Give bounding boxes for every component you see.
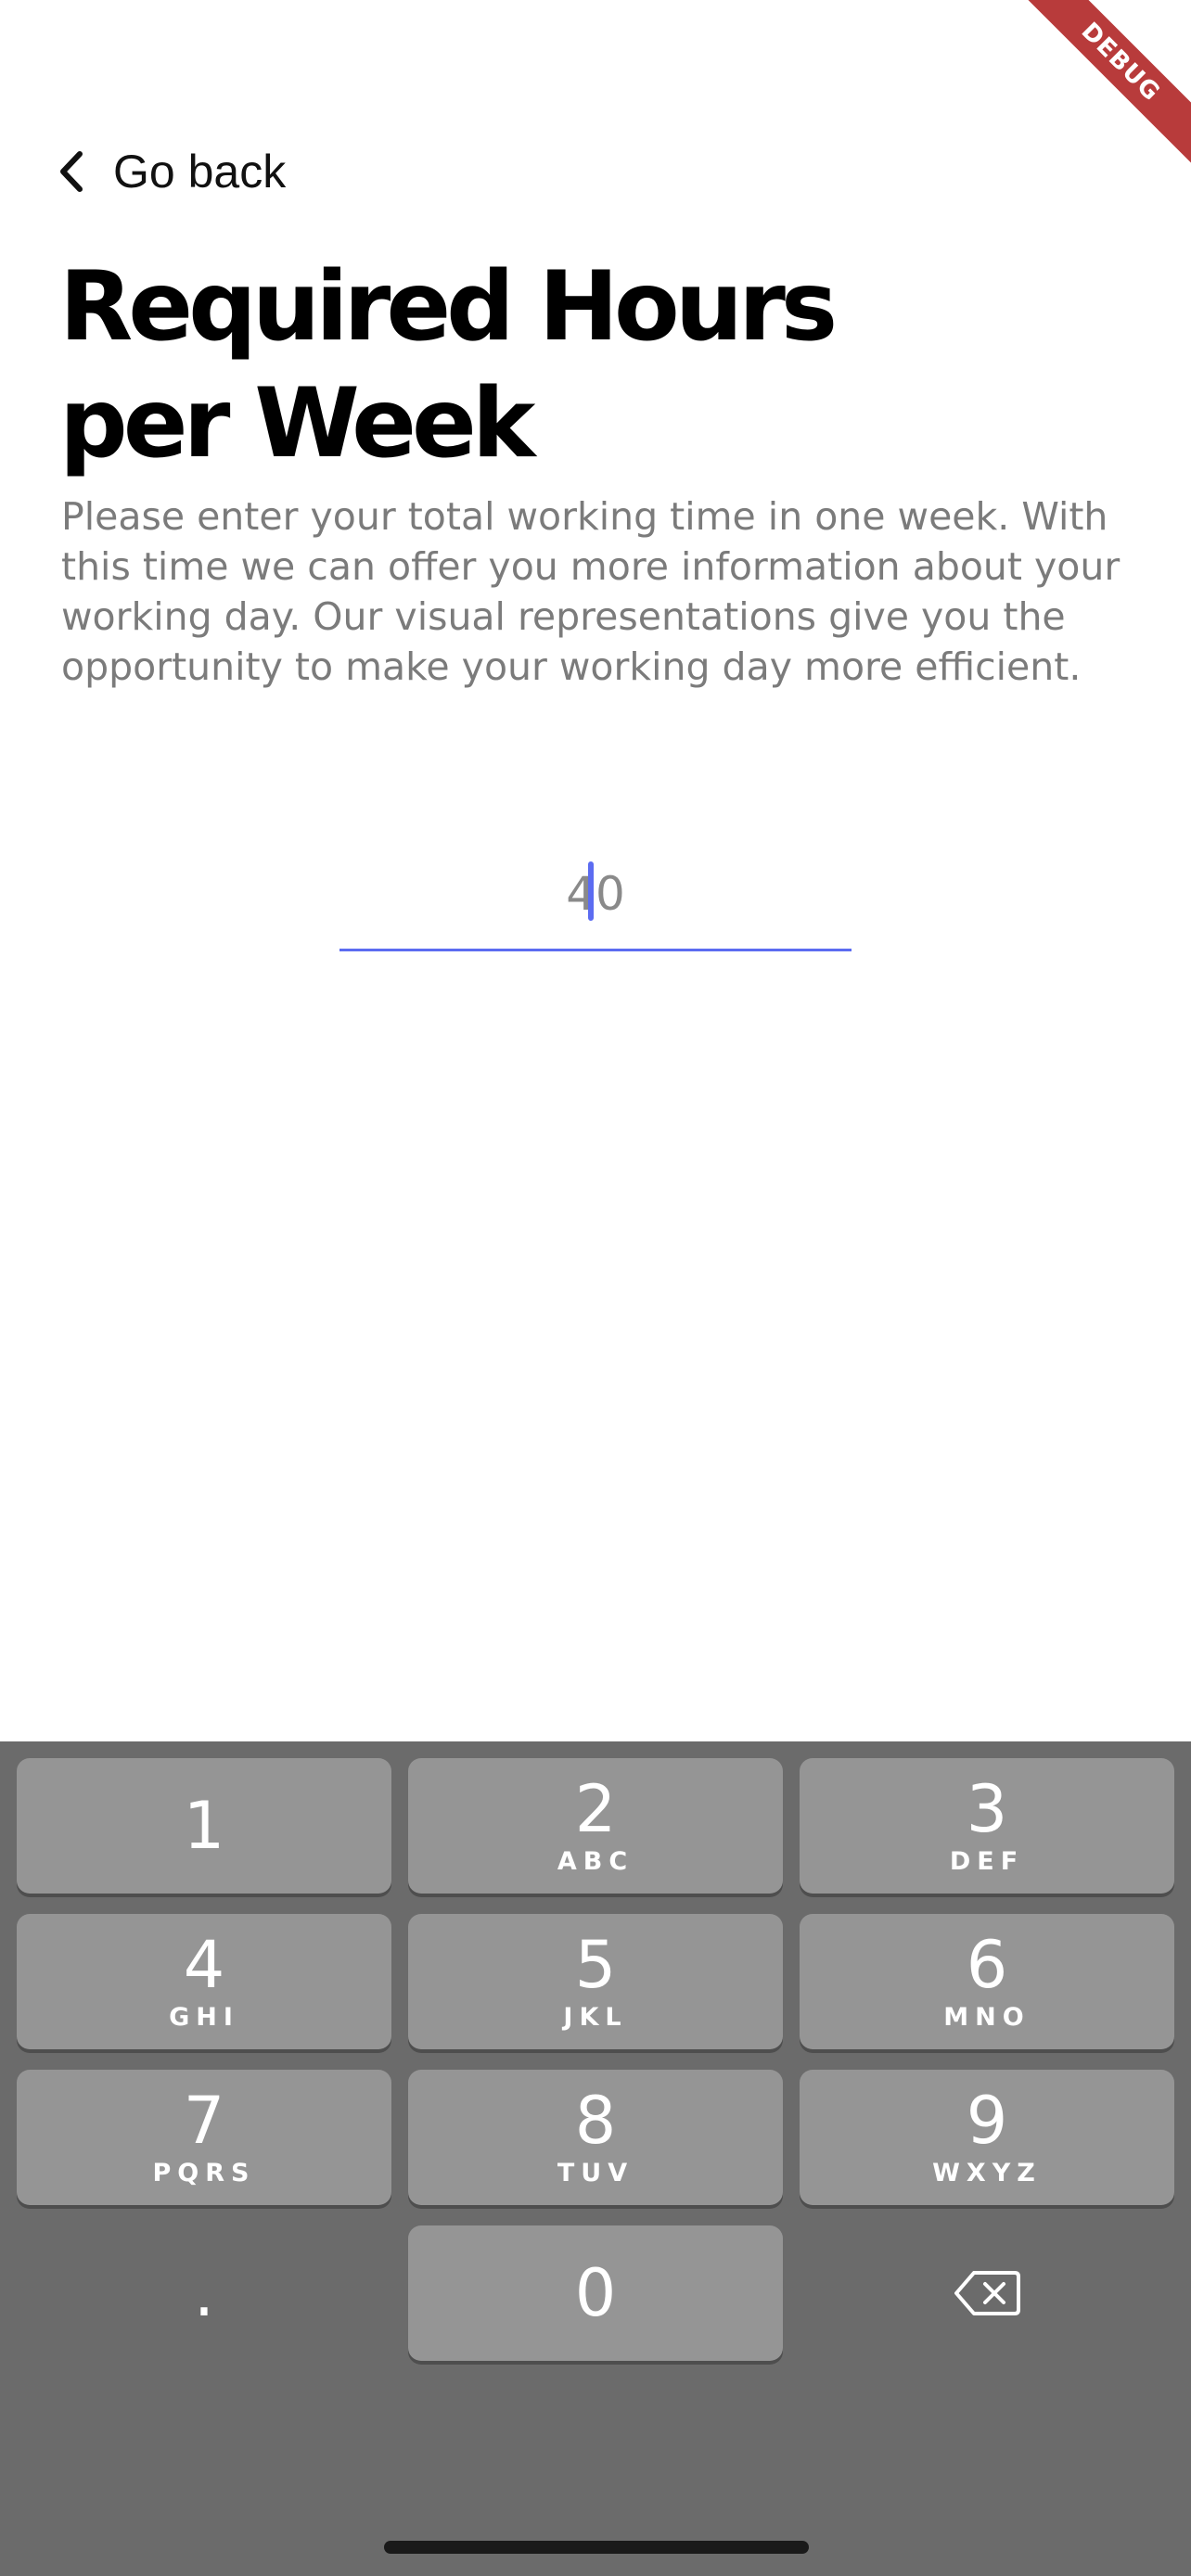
go-back-label: Go back (113, 146, 287, 198)
key-digit: 0 (574, 2255, 617, 2331)
key-0[interactable]: 0 (408, 2225, 783, 2361)
key-letters: DEF (949, 1847, 1025, 1876)
hours-input-container (339, 839, 852, 951)
home-indicator[interactable] (384, 2541, 809, 2554)
key-3[interactable]: 3 DEF (800, 1758, 1174, 1894)
key-digit: 7 (183, 2083, 225, 2159)
key-digit: 2 (574, 1771, 617, 1847)
key-5[interactable]: 5 JKL (408, 1914, 783, 2049)
key-4[interactable]: 4 GHI (17, 1914, 391, 2049)
page-description: Please enter your total working time in … (61, 494, 1121, 689)
key-letters: ABC (557, 1847, 634, 1876)
key-digit: 6 (966, 1927, 1008, 2003)
key-letters: MNO (943, 2003, 1031, 2032)
hours-per-week-input[interactable] (339, 839, 852, 949)
text-cursor (588, 861, 594, 921)
page-title-line-2: per Week (59, 368, 535, 479)
debug-banner: DEBUG (1024, 0, 1191, 167)
key-9[interactable]: 9 WXYZ (800, 2070, 1174, 2205)
key-decimal[interactable]: . (17, 2225, 391, 2361)
key-7[interactable]: 7 PQRS (17, 2070, 391, 2205)
key-digit: 4 (183, 1927, 225, 2003)
key-8[interactable]: 8 TUV (408, 2070, 783, 2205)
key-1[interactable]: 1 (17, 1758, 391, 1894)
key-letters: WXYZ (932, 2159, 1042, 2187)
key-2[interactable]: 2 ABC (408, 1758, 783, 1894)
key-digit: . (193, 2255, 215, 2331)
key-digit: 9 (966, 2083, 1008, 2159)
key-letters: TUV (557, 2159, 634, 2187)
chevron-left-icon (60, 151, 83, 192)
key-digit: 1 (183, 1788, 225, 1864)
key-letters: JKL (563, 2003, 628, 2032)
key-digit: 8 (574, 2083, 617, 2159)
delete-key[interactable] (800, 2225, 1174, 2361)
go-back-button[interactable]: Go back (58, 139, 286, 204)
backspace-icon (954, 2271, 1020, 2315)
key-letters: PQRS (152, 2159, 256, 2187)
page-title-line-1: Required Hours (59, 251, 838, 363)
key-letters: GHI (169, 2003, 239, 2032)
numeric-keyboard: 1 2 ABC 3 DEF 4 GHI 5 JKL 6 MNO 7 PQRS 8… (0, 1741, 1191, 2576)
debug-banner-label: DEBUG (1024, 0, 1191, 167)
key-digit: 3 (966, 1771, 1008, 1847)
key-6[interactable]: 6 MNO (800, 1914, 1174, 2049)
key-digit: 5 (574, 1927, 617, 2003)
page-title: Required Hours per Week (59, 249, 987, 482)
